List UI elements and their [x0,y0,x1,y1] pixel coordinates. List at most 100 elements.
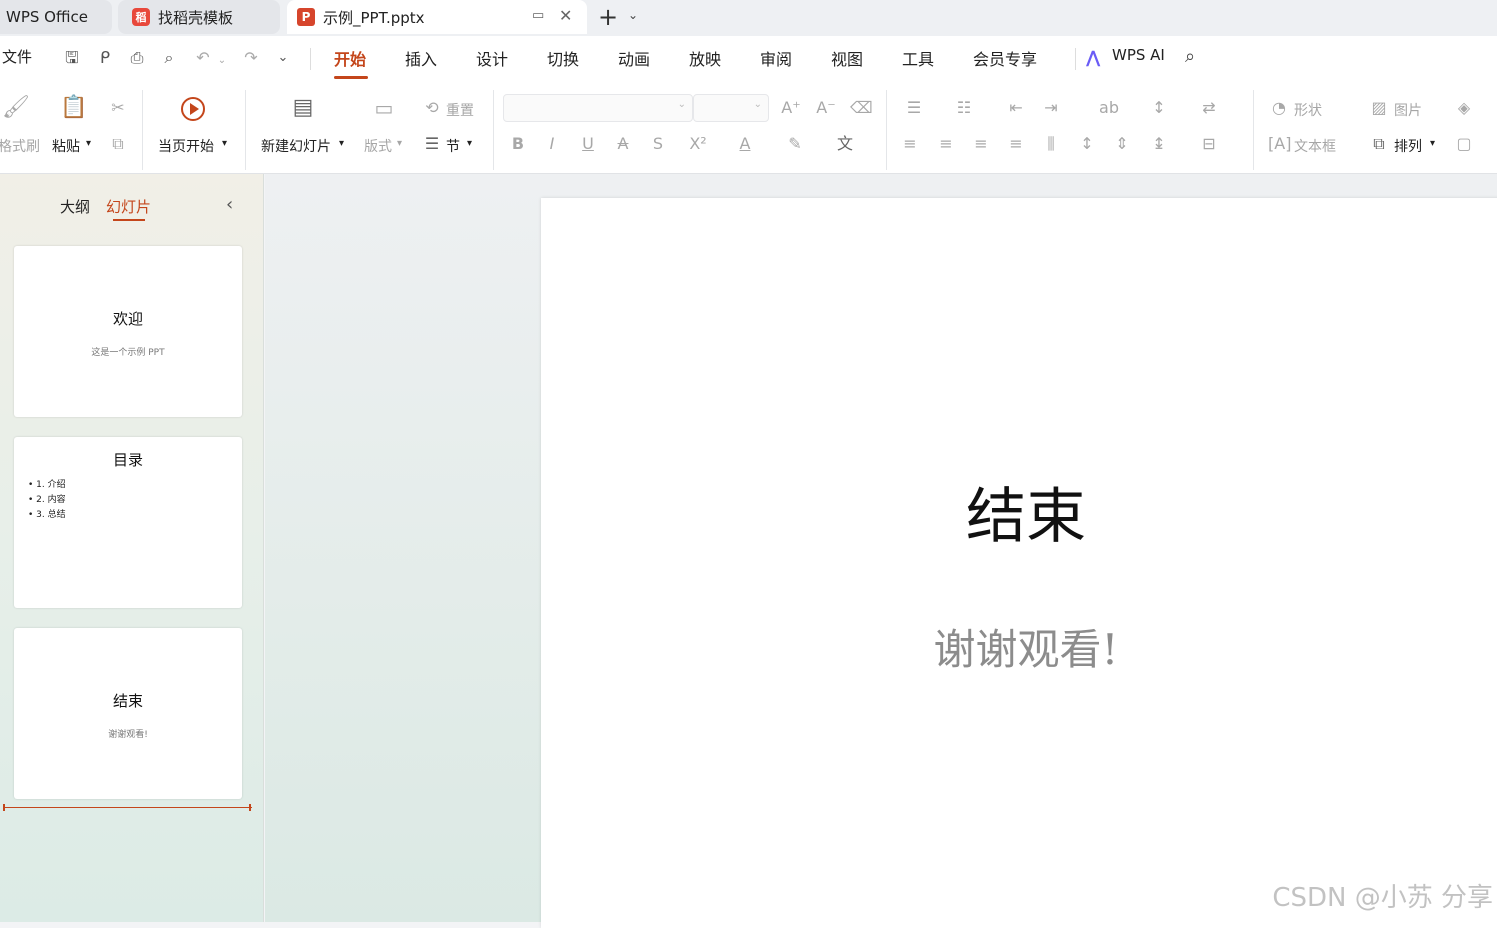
bold-icon[interactable]: B [507,134,529,156]
outline-icon[interactable]: ▢ [1453,134,1475,156]
font-size-select[interactable]: ⌄ [693,94,769,122]
layout-label[interactable]: 版式 [364,136,392,156]
align-right-icon[interactable]: ≡ [970,134,992,156]
textbox-label[interactable]: 文本框 [1294,136,1336,156]
decrease-indent-icon[interactable]: ⇤ [1005,98,1027,120]
font-family-select[interactable]: ⌄ [503,94,693,122]
menu-tools[interactable]: 工具 [902,46,934,70]
tab-outline[interactable]: 大纲 [60,196,90,217]
convert-icon[interactable]: ⇄ [1198,98,1220,120]
arrange-icon[interactable]: ⧉ [1368,134,1390,156]
shape-label[interactable]: 形状 [1294,100,1322,120]
paragraph-spacing-icon[interactable]: ⇕ [1111,134,1133,156]
section-chevron-down-icon[interactable]: ▾ [467,138,472,149]
font-color-icon[interactable]: A [734,134,756,156]
layout-icon[interactable]: ▭ [373,98,395,120]
new-slide-icon[interactable]: ▤ [292,97,314,120]
menu-view[interactable]: 视图 [831,46,863,70]
close-tab-icon[interactable]: ✕ [559,6,572,25]
play-from-current-label[interactable]: 当页开始 [158,136,214,156]
bullet-list-icon[interactable]: ☰ [903,98,925,120]
format-painter-label[interactable]: 格式刷 [0,136,40,156]
screen-icon[interactable]: ▭ [532,8,544,23]
slide-thumbnail-1[interactable]: 欢迎 这是一个示例 PPT [14,246,242,417]
line-spacing-icon[interactable]: ↕ [1076,134,1098,156]
italic-icon[interactable]: I [541,134,563,156]
format-brush-quick-icon[interactable]: ᑭ [95,48,115,68]
justify-icon[interactable]: ≡ [1005,134,1027,156]
print-icon[interactable]: ⎙ [127,48,147,68]
clear-format-icon[interactable]: ⌫ [850,98,873,120]
distribute-icon[interactable]: ⫼ [1040,134,1062,156]
fill-icon[interactable]: ◈ [1453,98,1475,120]
undo-chevron-down-icon[interactable]: ⌄ [212,51,232,71]
decrease-font-icon[interactable]: A⁻ [815,98,837,120]
menu-design[interactable]: 设计 [476,46,508,70]
text-align-box-icon[interactable]: ⊟ [1198,134,1220,156]
paste-label[interactable]: 粘贴 [52,136,80,156]
menu-wps-ai[interactable]: WPS AI [1112,46,1165,64]
section-icon[interactable]: ☰ [421,134,443,156]
picture-label[interactable]: 图片 [1394,100,1422,120]
text-direction-icon[interactable]: ab [1098,98,1120,120]
reset-icon[interactable]: ⟲ [421,98,443,120]
more-chevron-down-icon[interactable]: ⌄ [273,48,293,68]
new-slide-label[interactable]: 新建幻灯片 [261,136,331,156]
textbox-icon[interactable]: [A] [1268,134,1291,156]
tab-slides[interactable]: 幻灯片 [106,196,151,217]
align-center-icon[interactable]: ≡ [935,134,957,156]
slide-thumbnail-3[interactable]: 结束 谢谢观看! [14,628,242,799]
numbered-list-icon[interactable]: ☷ [953,98,975,120]
sort-icon[interactable]: ↕ [1148,98,1170,120]
underline-icon[interactable]: U [577,134,599,156]
increase-indent-icon[interactable]: ⇥ [1040,98,1062,120]
layout-chevron-down-icon[interactable]: ▾ [397,138,402,149]
slide-title[interactable]: 结束 [541,468,1497,555]
superscript-icon[interactable]: X² [687,134,709,156]
menu-insert[interactable]: 插入 [405,46,437,70]
paste-icon[interactable]: 📋 [60,97,87,120]
play-icon[interactable] [181,97,205,121]
menu-review[interactable]: 审阅 [760,46,792,70]
menu-divider-2 [1075,48,1076,70]
reset-label[interactable]: 重置 [446,100,474,120]
redo-icon[interactable]: ↷ [241,48,261,68]
new-tab-icon[interactable]: + [598,3,618,31]
menu-slideshow[interactable]: 放映 [689,46,721,70]
picture-icon[interactable]: ▨ [1368,98,1390,120]
undo-icon[interactable]: ↶ [193,48,213,68]
increase-font-icon[interactable]: A⁺ [780,98,802,120]
cut-icon[interactable]: ✂ [107,98,129,120]
menu-member[interactable]: 会员专享 [973,46,1037,70]
save-icon[interactable]: 🖫 [62,48,82,68]
current-slide[interactable]: 结束 谢谢观看! [541,198,1497,928]
shape-icon[interactable]: ◔ [1268,98,1290,120]
tab-find-template[interactable]: 稻 找稻壳模板 [118,0,280,34]
phonetic-icon[interactable]: 文 [834,134,856,156]
tab-document[interactable]: P 示例_PPT.pptx ▭ ✕ [287,0,587,34]
slide-thumbnail-2[interactable]: 目录 • 1. 介绍 • 2. 内容 • 3. 总结 [14,437,242,608]
format-painter-icon[interactable]: 🖌 [2,97,30,120]
new-slide-chevron-down-icon[interactable]: ▾ [339,138,344,149]
shadow-text-icon[interactable]: S [647,134,669,156]
copy-icon[interactable]: ⧉ [107,134,129,156]
menu-animation[interactable]: 动画 [618,46,650,70]
paste-chevron-down-icon[interactable]: ▾ [86,138,91,149]
tab-wps-office[interactable]: WPS Office [0,0,112,34]
align-left-icon[interactable]: ≡ [899,134,921,156]
spacing-menu-icon[interactable]: ↨ [1148,134,1170,156]
arrange-chevron-down-icon[interactable]: ▾ [1430,138,1435,149]
strikethrough-icon[interactable]: A [612,134,634,156]
menu-home[interactable]: 开始 [334,46,366,70]
section-label[interactable]: 节 [446,136,460,156]
menu-transition[interactable]: 切换 [547,46,579,70]
arrange-label[interactable]: 排列 [1394,136,1422,156]
slide-subtitle[interactable]: 谢谢观看! [541,616,1497,677]
print-preview-icon[interactable]: ⌕ [159,48,179,68]
collapse-chevron-left-icon[interactable]: ‹ [226,194,233,215]
search-icon[interactable]: ⌕ [1180,47,1200,67]
play-chevron-down-icon[interactable]: ▾ [222,138,227,149]
tab-list-chevron-down-icon[interactable]: ⌄ [628,8,638,22]
highlight-icon[interactable]: ✎ [784,134,806,156]
menu-file[interactable]: 文件 [2,46,32,67]
